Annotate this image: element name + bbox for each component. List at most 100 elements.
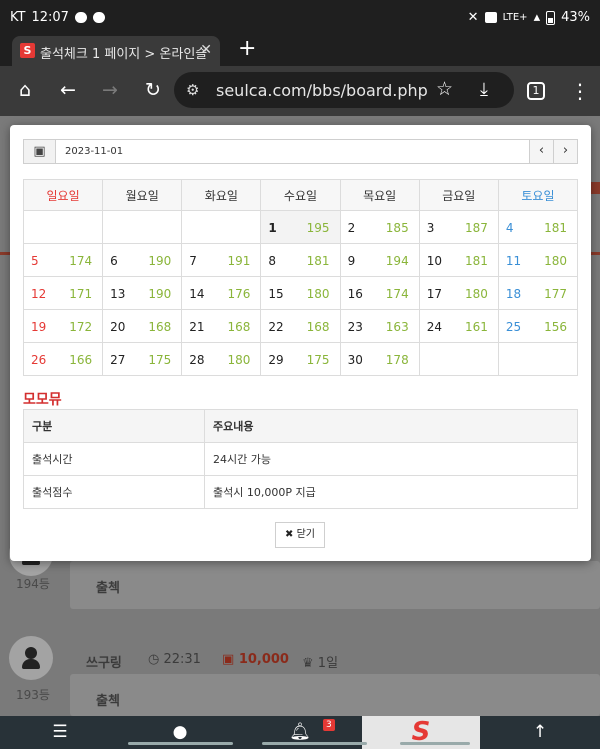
rank-label: 194등 <box>16 577 50 591</box>
calendar-day-cell[interactable] <box>497 342 579 376</box>
hamburger-menu-icon[interactable]: ☰ <box>42 716 78 749</box>
scroll-top-arrow-icon[interactable]: ↑ <box>522 716 558 749</box>
bookmark-star-icon[interactable]: ☆ <box>436 78 453 100</box>
calendar-day-cell[interactable] <box>181 210 262 244</box>
date-input[interactable]: 2023-11-01 <box>65 146 123 157</box>
calendar-day-cell[interactable]: 30 178 <box>339 342 420 376</box>
calendar-day-cell[interactable]: 12 171 <box>22 276 104 310</box>
forward-icon[interactable]: → <box>98 79 122 101</box>
calendar-day-cell[interactable]: 22 168 <box>260 309 341 343</box>
calendar-day-cell[interactable]: 16 174 <box>339 276 420 310</box>
day-number: 10 <box>426 254 442 268</box>
day-number: 11 <box>505 254 522 268</box>
new-tab-button[interactable]: + <box>238 36 256 61</box>
day-number: 21 <box>189 320 205 334</box>
calendar-day-cell[interactable]: 26 166 <box>22 342 104 376</box>
tab-switcher-button[interactable]: 1 <box>527 82 545 100</box>
calendar-day-cell[interactable]: 10 181 <box>418 243 499 277</box>
url-text[interactable]: seulca.com/bbs/board.php?bo <box>216 81 428 100</box>
tab-title: 출석체크 1 페이지 > 온라인슬 <box>40 47 208 62</box>
calendar-day-cell[interactable]: 18 177 <box>497 276 579 310</box>
calendar-day-cell[interactable]: 13 190 <box>102 276 183 310</box>
day-number: 6 <box>110 254 118 268</box>
calendar-day-cell[interactable]: 17 180 <box>418 276 499 310</box>
download-icon[interactable]: ⤓ <box>480 79 488 100</box>
day-number: 12 <box>31 287 47 301</box>
attendance-count: 166 <box>69 353 93 367</box>
calendar-day-cell[interactable]: 20 168 <box>102 309 183 343</box>
close-button[interactable]: ✖ 닫기 <box>275 522 325 548</box>
attendance-count: 190 <box>148 287 172 301</box>
attendance-count: 185 <box>385 221 409 235</box>
calendar-day-cell[interactable]: 5 174 <box>22 243 104 277</box>
calendar-week-row: 1 195 2 185 3 187 4 181 <box>22 210 579 244</box>
day-number: 25 <box>505 320 522 334</box>
page-accent <box>590 252 600 255</box>
calendar-day-cell[interactable] <box>418 342 499 376</box>
calendar-day-cell[interactable]: 2 185 <box>339 210 420 244</box>
date-picker: ▣ 2023-11-01 ‹ › <box>23 139 578 164</box>
browser-tab[interactable]: S 출석체크 1 페이지 > 온라인슬 ✕ <box>12 36 220 66</box>
day-number: 14 <box>189 287 205 301</box>
calendar-day-cell[interactable]: 25 156 <box>497 309 579 343</box>
calendar-day-cell[interactable]: 14 176 <box>181 276 262 310</box>
attendance-count: 175 <box>148 353 172 367</box>
attendance-calendar-modal: ▣ 2023-11-01 ‹ › 일요일 월요일 화요일 수요일 목요일 금요일… <box>10 125 591 561</box>
calendar-day-cell[interactable] <box>102 210 183 244</box>
day-number: 8 <box>268 254 277 268</box>
calendar-day-cell[interactable]: 4 181 <box>497 210 579 244</box>
attendance-count: 194 <box>385 254 409 268</box>
calendar-day-cell[interactable]: 24 161 <box>418 309 499 343</box>
back-icon[interactable]: ← <box>56 79 80 101</box>
close-icon: ✖ <box>285 529 294 540</box>
calendar-day-cell[interactable]: 23 163 <box>339 309 420 343</box>
calendar-day-cell[interactable] <box>22 210 104 244</box>
attendance-count: 176 <box>227 287 251 301</box>
info-label: 출석시간 <box>23 442 205 476</box>
link-icon <box>74 12 87 23</box>
day-number: 27 <box>110 353 126 367</box>
attendance-count: 181 <box>464 254 488 268</box>
close-tab-icon[interactable]: ✕ <box>200 42 212 58</box>
attendance-count: 181 <box>306 254 330 268</box>
attendance-count: 168 <box>148 320 172 334</box>
calendar-week-row: 19 172 20 168 21 168 22 168 23 163 24 161 25 15… <box>22 309 579 343</box>
info-value: 24시간 가능 <box>204 442 578 476</box>
author-name[interactable]: 쓰구링 <box>86 652 122 671</box>
day-number: 5 <box>31 254 39 268</box>
attendance-count: 180 <box>464 287 488 301</box>
calendar-day-cell[interactable]: 3 187 <box>418 210 499 244</box>
calendar-day-cell[interactable]: 19 172 <box>22 309 104 343</box>
reload-icon[interactable]: ↻ <box>141 79 165 101</box>
weekday-header: 화요일 <box>181 179 262 211</box>
address-bar[interactable]: ⚙ seulca.com/bbs/board.php?bo ☆ ⤓ <box>174 72 514 108</box>
browser-toolbar: ⌂ ← → ↻ ⚙ seulca.com/bbs/board.php?bo ☆ … <box>0 66 600 116</box>
calendar-day-cell[interactable]: 8 181 <box>260 243 341 277</box>
weekday-header: 일요일 <box>22 179 104 211</box>
calendar-day-cell[interactable]: 27 175 <box>102 342 183 376</box>
prev-month-button[interactable]: ‹ <box>529 140 553 163</box>
calendar-check-icon[interactable]: ▣ <box>24 140 56 163</box>
calendar-day-cell[interactable]: 28 180 <box>181 342 262 376</box>
avatar[interactable] <box>9 636 53 680</box>
next-month-button[interactable]: › <box>553 140 577 163</box>
calendar-day-cell[interactable]: 6 190 <box>102 243 183 277</box>
day-number: 2 <box>347 221 356 235</box>
info-header: 주요내용 <box>204 409 578 443</box>
network-label: LTE+ <box>502 12 528 23</box>
notification-badge: 3 <box>323 719 335 731</box>
calendar-day-cell-selected[interactable]: 1 195 <box>260 210 341 244</box>
menu-kebab-icon[interactable]: ⋮ <box>570 79 590 103</box>
calendar-day-cell[interactable]: 9 194 <box>339 243 420 277</box>
calendar-day-cell[interactable]: 11 180 <box>497 243 579 277</box>
calendar-day-cell[interactable]: 7 191 <box>181 243 262 277</box>
calendar-day-cell[interactable]: 15 180 <box>260 276 341 310</box>
weekday-header: 토요일 <box>497 179 579 211</box>
post-time: ◷ 22:31 <box>148 652 201 667</box>
home-icon[interactable]: ⌂ <box>13 79 37 101</box>
close-button-label: 닫기 <box>296 529 315 540</box>
calendar-day-cell[interactable]: 29 175 <box>260 342 341 376</box>
site-settings-icon[interactable]: ⚙ <box>186 81 199 99</box>
calendar-day-cell[interactable]: 21 168 <box>181 309 262 343</box>
attendance-count: 187 <box>464 221 488 235</box>
